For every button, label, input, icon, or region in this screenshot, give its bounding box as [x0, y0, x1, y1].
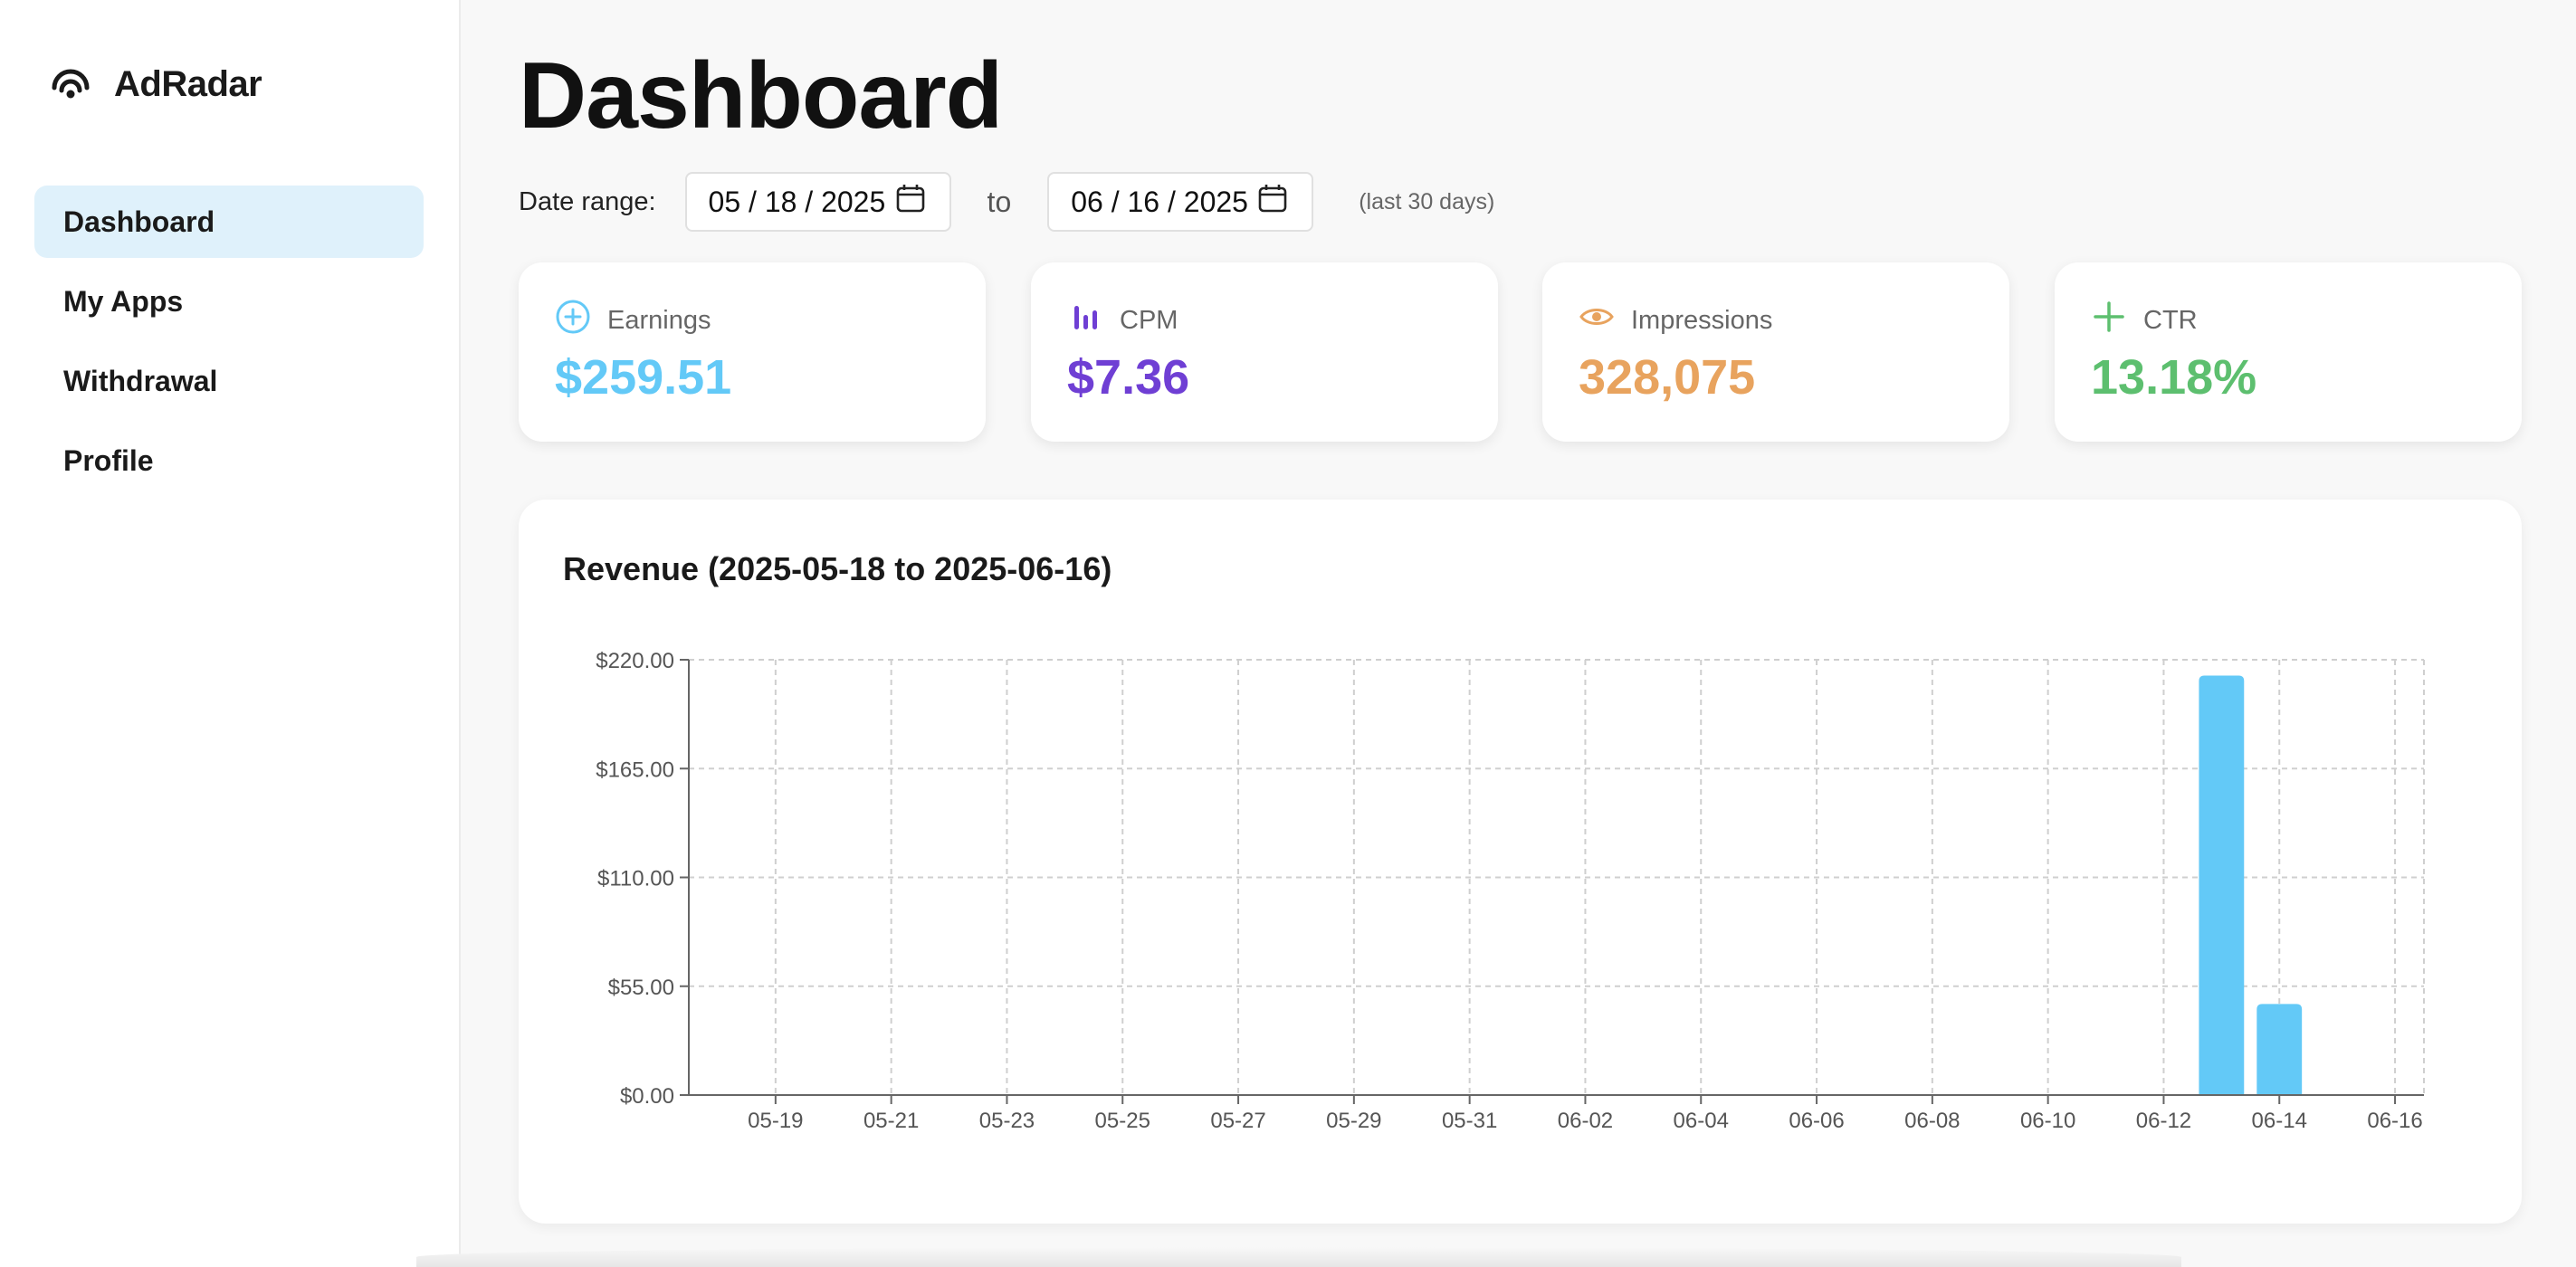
impressions-label-row: Impressions: [1579, 299, 1772, 342]
x-tick-label: 06-10: [2020, 1109, 2075, 1133]
calendar-icon[interactable]: [895, 183, 926, 221]
x-tick-label: 05-27: [1210, 1109, 1265, 1133]
x-tick-label: 06-04: [1674, 1109, 1729, 1133]
y-tick-label: $0.00: [620, 1084, 674, 1109]
earnings-card: Earnings $259.51: [519, 262, 986, 442]
x-tick-label: 05-25: [1095, 1109, 1150, 1133]
sidebar-item-my-apps[interactable]: My Apps: [34, 265, 424, 338]
date-range-hint: (last 30 days): [1359, 188, 1495, 214]
revenue-bar-06-14[interactable]: [2256, 1004, 2303, 1095]
sidebar-item-dashboard[interactable]: Dashboard: [34, 186, 424, 258]
x-tick-label: 05-29: [1326, 1109, 1381, 1133]
bottom-shadow: [416, 1247, 2181, 1267]
revenue-chart: $0.00 $55.00 $110.00 $165.00 $220.00 05-19 05-…: [596, 649, 2425, 1133]
impressions-card: Impressions 328,075: [1542, 262, 2009, 442]
y-tick-label: $165.00: [596, 757, 674, 782]
ctr-card: CTR 13.18%: [2055, 262, 2522, 442]
y-tick-label: $220.00: [596, 649, 674, 673]
earnings-label-row: Earnings: [555, 299, 711, 342]
date-range: Date range: 05 / 18 / 2025 to 06 / 16 / …: [519, 172, 1494, 232]
cpm-label-row: CPM: [1067, 299, 1178, 342]
impressions-value: 328,075: [1579, 350, 1756, 405]
earnings-value: $259.51: [555, 350, 732, 405]
calendar-icon[interactable]: [1257, 183, 1288, 221]
revenue-chart-card: Revenue (2025-05-18 to 2025-06-16) $0.00…: [519, 500, 2522, 1224]
start-date-value: 05 / 18 / 2025: [708, 185, 886, 218]
signal-broadcast-icon: [49, 66, 92, 102]
sidebar-nav: Dashboard My Apps Withdrawal Profile: [34, 186, 424, 504]
x-tick-label: 05-23: [979, 1109, 1035, 1133]
ctr-label-row: CTR: [2091, 299, 2198, 342]
y-tick-label: $110.00: [597, 867, 674, 891]
x-tick-label: 06-14: [2252, 1109, 2307, 1133]
page-title: Dashboard: [519, 43, 1003, 148]
sidebar-item-withdrawal[interactable]: Withdrawal: [34, 345, 424, 417]
app-name: AdRadar: [114, 63, 262, 104]
sidebar-item-profile[interactable]: Profile: [34, 424, 424, 497]
x-tick-label: 05-21: [863, 1109, 919, 1133]
cpm-card: CPM $7.36: [1031, 262, 1498, 442]
x-tick-label: 05-31: [1442, 1109, 1497, 1133]
end-date-input[interactable]: 06 / 16 / 2025: [1047, 172, 1314, 232]
date-range-separator: to: [987, 185, 1012, 218]
sidebar: AdRadar Dashboard My Apps Withdrawal Pro…: [0, 0, 461, 1267]
cpm-value: $7.36: [1067, 350, 1190, 405]
x-tick-label: 05-19: [748, 1109, 803, 1133]
y-tick-label: $55.00: [608, 976, 674, 1000]
app-logo[interactable]: AdRadar: [49, 62, 262, 107]
x-tick-label: 06-16: [2367, 1109, 2422, 1133]
x-tick-label: 06-12: [2136, 1109, 2191, 1133]
x-tick-label: 06-08: [1904, 1109, 1960, 1133]
date-range-label: Date range:: [519, 186, 656, 216]
cpm-label: CPM: [1120, 305, 1178, 335]
plus-icon: [2091, 299, 2127, 342]
start-date-input[interactable]: 05 / 18 / 2025: [684, 172, 951, 232]
x-tick-label: 06-02: [1558, 1109, 1613, 1133]
end-date-value: 06 / 16 / 2025: [1071, 185, 1248, 218]
plus-circle-icon: [555, 299, 591, 342]
impressions-label: Impressions: [1631, 305, 1773, 335]
ctr-label: CTR: [2143, 305, 2198, 335]
x-tick-label: 06-06: [1789, 1109, 1844, 1133]
eye-icon: [1579, 299, 1615, 342]
revenue-bar-06-13[interactable]: [2199, 675, 2245, 1095]
bar-chart-icon: [1067, 299, 1103, 342]
earnings-label: Earnings: [607, 305, 711, 335]
ctr-value: 13.18%: [2091, 350, 2257, 405]
